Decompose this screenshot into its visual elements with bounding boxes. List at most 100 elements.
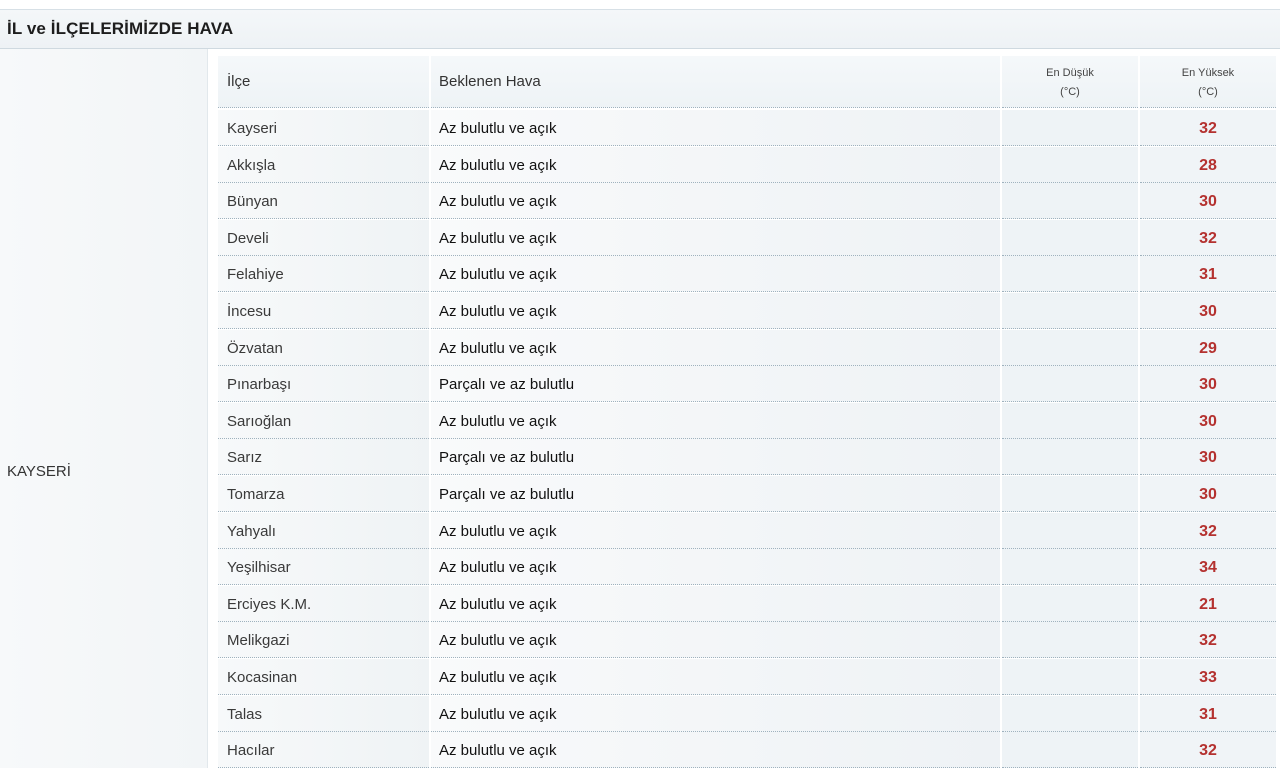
district-name: Bünyan (227, 193, 278, 210)
district-name: Sarıoğlan (227, 413, 292, 430)
forecast-text: Parçalı ve az bulutlu (439, 486, 575, 503)
district-cell: Tomarza (218, 476, 429, 512)
high-temp-value: 30 (1199, 413, 1217, 430)
district-name: Yahyalı (227, 523, 276, 540)
district-cell: Yahyalı (218, 513, 429, 549)
column-header-low-unit: (°C) (1060, 86, 1080, 98)
district-name: Melikgazi (227, 632, 290, 649)
high-temp-value: 28 (1199, 157, 1217, 174)
high-temp-cell: 30 (1140, 293, 1276, 329)
high-temp-cell: 34 (1140, 549, 1276, 585)
forecast-text: Parçalı ve az bulutlu (439, 376, 575, 393)
high-temp-value: 30 (1199, 193, 1217, 210)
high-temp-cell: 30 (1140, 476, 1276, 512)
forecast-cell: Az bulutlu ve açık (431, 147, 1000, 183)
district-name: Yeşilhisar (227, 559, 291, 576)
forecast-text: Az bulutlu ve açık (439, 559, 557, 576)
district-cell: Özvatan (218, 330, 429, 366)
high-temp-cell: 32 (1140, 220, 1276, 256)
forecast-text: Az bulutlu ve açık (439, 413, 557, 430)
district-cell: Hacılar (218, 732, 429, 768)
district-name: Kocasinan (227, 669, 298, 686)
table-row: Bünyan Az bulutlu ve açık 30 (218, 183, 1276, 220)
table-row: Talas Az bulutlu ve açık 31 (218, 696, 1276, 733)
table-row: Sarız Parçalı ve az bulutlu 30 (218, 439, 1276, 476)
district-cell: İncesu (218, 293, 429, 329)
high-temp-value: 31 (1199, 266, 1217, 283)
district-name: Talas (227, 706, 263, 723)
region-cell: KAYSERİ (0, 49, 208, 768)
forecast-text: Az bulutlu ve açık (439, 266, 557, 283)
low-temp-cell (1002, 549, 1138, 585)
low-temp-cell (1002, 366, 1138, 402)
low-temp-cell (1002, 256, 1138, 292)
low-temp-cell (1002, 696, 1138, 732)
table-row: Melikgazi Az bulutlu ve açık 32 (218, 622, 1276, 659)
table-row: Yeşilhisar Az bulutlu ve açık 34 (218, 549, 1276, 586)
table-row: Özvatan Az bulutlu ve açık 29 (218, 330, 1276, 367)
low-temp-cell (1002, 513, 1138, 549)
high-temp-cell: 30 (1140, 439, 1276, 475)
high-temp-cell: 31 (1140, 696, 1276, 732)
column-header-forecast: Beklenen Hava (431, 56, 1000, 108)
district-cell: Kayseri (218, 110, 429, 146)
table-row: Kayseri Az bulutlu ve açık 32 (218, 110, 1276, 147)
district-cell: Erciyes K.M. (218, 586, 429, 622)
forecast-text: Az bulutlu ve açık (439, 596, 557, 613)
table-row: Develi Az bulutlu ve açık 32 (218, 220, 1276, 257)
high-temp-cell: 29 (1140, 330, 1276, 366)
low-temp-cell (1002, 110, 1138, 146)
high-temp-cell: 28 (1140, 147, 1276, 183)
high-temp-cell: 32 (1140, 513, 1276, 549)
forecast-text: Parçalı ve az bulutlu (439, 449, 575, 466)
forecast-cell: Az bulutlu ve açık (431, 513, 1000, 549)
forecast-cell: Az bulutlu ve açık (431, 256, 1000, 292)
low-temp-cell (1002, 659, 1138, 695)
high-temp-cell: 32 (1140, 622, 1276, 658)
forecast-cell: Az bulutlu ve açık (431, 659, 1000, 695)
high-temp-cell: 30 (1140, 403, 1276, 439)
district-cell: Bünyan (218, 183, 429, 219)
forecast-cell: Parçalı ve az bulutlu (431, 366, 1000, 402)
forecast-cell: Az bulutlu ve açık (431, 696, 1000, 732)
district-cell: Sarıoğlan (218, 403, 429, 439)
district-cell: Kocasinan (218, 659, 429, 695)
high-temp-value: 21 (1199, 596, 1217, 613)
district-name: İncesu (227, 303, 272, 320)
forecast-text: Az bulutlu ve açık (439, 120, 557, 137)
table-row: Erciyes K.M. Az bulutlu ve açık 21 (218, 586, 1276, 623)
column-header-high-label: En Yüksek (1181, 67, 1235, 79)
district-name: Felahiye (227, 266, 284, 283)
high-temp-value: 32 (1199, 742, 1217, 759)
high-temp-value: 29 (1199, 340, 1217, 357)
forecast-text: Az bulutlu ve açık (439, 230, 557, 247)
district-name: Akkışla (227, 157, 276, 174)
table-row: İncesu Az bulutlu ve açık 30 (218, 293, 1276, 330)
district-cell: Pınarbaşı (218, 366, 429, 402)
high-temp-cell: 33 (1140, 659, 1276, 695)
column-header-district-label: İlçe (227, 73, 251, 90)
region-label: KAYSERİ (7, 463, 71, 480)
column-header-low: En Düşük (°C) (1002, 56, 1138, 108)
high-temp-value: 30 (1199, 486, 1217, 503)
low-temp-cell (1002, 220, 1138, 256)
low-temp-cell (1002, 183, 1138, 219)
forecast-cell: Az bulutlu ve açık (431, 220, 1000, 256)
high-temp-value: 32 (1199, 523, 1217, 540)
low-temp-cell (1002, 439, 1138, 475)
high-temp-value: 33 (1199, 669, 1217, 686)
low-temp-cell (1002, 293, 1138, 329)
high-temp-cell: 32 (1140, 110, 1276, 146)
forecast-text: Az bulutlu ve açık (439, 523, 557, 540)
forecast-text: Az bulutlu ve açık (439, 632, 557, 649)
table-row: Yahyalı Az bulutlu ve açık 32 (218, 513, 1276, 550)
forecast-cell: Az bulutlu ve açık (431, 622, 1000, 658)
high-temp-value: 30 (1199, 303, 1217, 320)
table-row: Tomarza Parçalı ve az bulutlu 30 (218, 476, 1276, 513)
table-row: Akkışla Az bulutlu ve açık 28 (218, 147, 1276, 184)
high-temp-cell: 32 (1140, 732, 1276, 768)
high-temp-value: 32 (1199, 632, 1217, 649)
district-name: Özvatan (227, 340, 283, 357)
table-row: Sarıoğlan Az bulutlu ve açık 30 (218, 403, 1276, 440)
forecast-cell: Az bulutlu ve açık (431, 183, 1000, 219)
